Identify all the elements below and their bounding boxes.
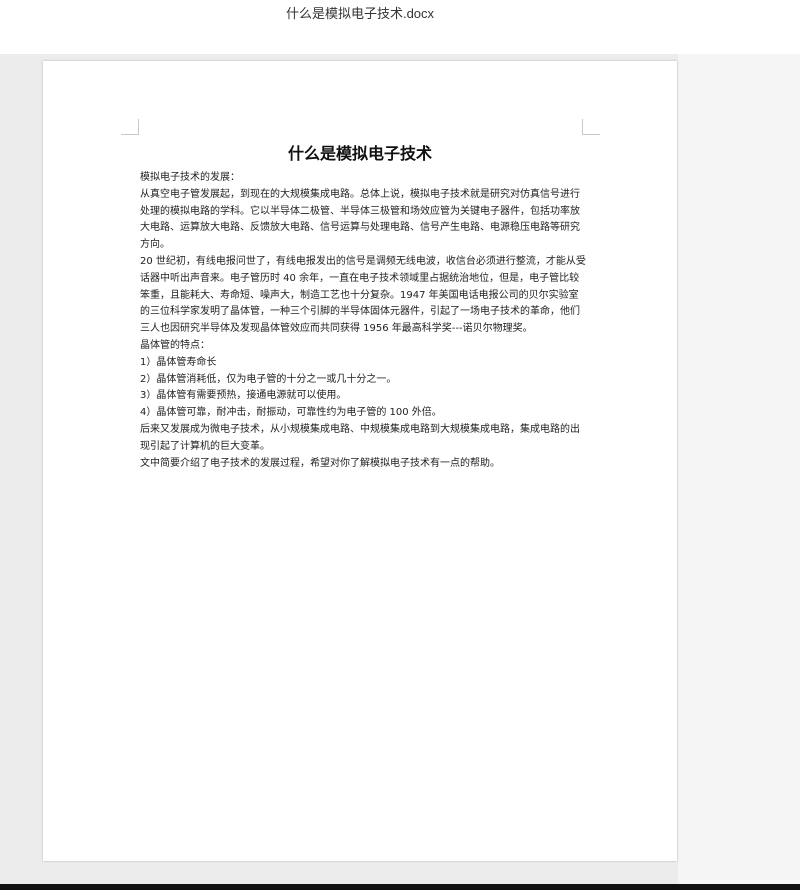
list-item: 1）晶体管寿命长 [140,356,217,368]
paragraph: 晶体管的特点： [140,339,210,351]
list-item: 3）晶体管有需要预热，接通电源就可以使用。 [140,390,347,402]
bottom-bar [0,884,800,890]
paragraph: 后来又发展成为微电子技术，从小规模集成电路、中规模集成电路到大规模集成电路，集成… [140,423,580,452]
list-item: 2）晶体管消耗低，仅为电子管的十分之一或几十分之一。 [140,373,397,385]
margin-corner-top-left [121,119,139,135]
document-page[interactable]: 什么是模拟电子技术 模拟电子技术的发展： 从真空电子管发展起，到现在的大规模集成… [43,61,677,861]
document-filename: 什么是模拟电子技术.docx [285,6,435,21]
title-bar: 什么是模拟电子技术.docx [0,0,800,54]
paragraph: 20 世纪初，有线电报问世了，有线电报发出的信号是调频无线电波，收信台必须进行整… [140,255,586,335]
paragraph: 从真空电子管发展起，到现在的大规模集成电路。总体上说，模拟电子技术就是研究对仿真… [140,188,580,251]
paragraph: 模拟电子技术的发展： [140,172,240,183]
list-item: 4）晶体管可靠，耐冲击，耐振动，可靠性约为电子管的 100 外倍。 [140,407,442,419]
document-body[interactable]: 模拟电子技术的发展： 从真空电子管发展起，到现在的大规模集成电路。总体上说，模拟… [140,170,586,472]
paragraph: 文中简要介绍了电子技术的发展过程，希望对你了解模拟电子技术有一点的帮助。 [140,457,500,469]
right-side-panel [678,54,800,884]
document-title: 什么是模拟电子技术 [287,144,432,163]
margin-corner-top-right [582,119,600,135]
